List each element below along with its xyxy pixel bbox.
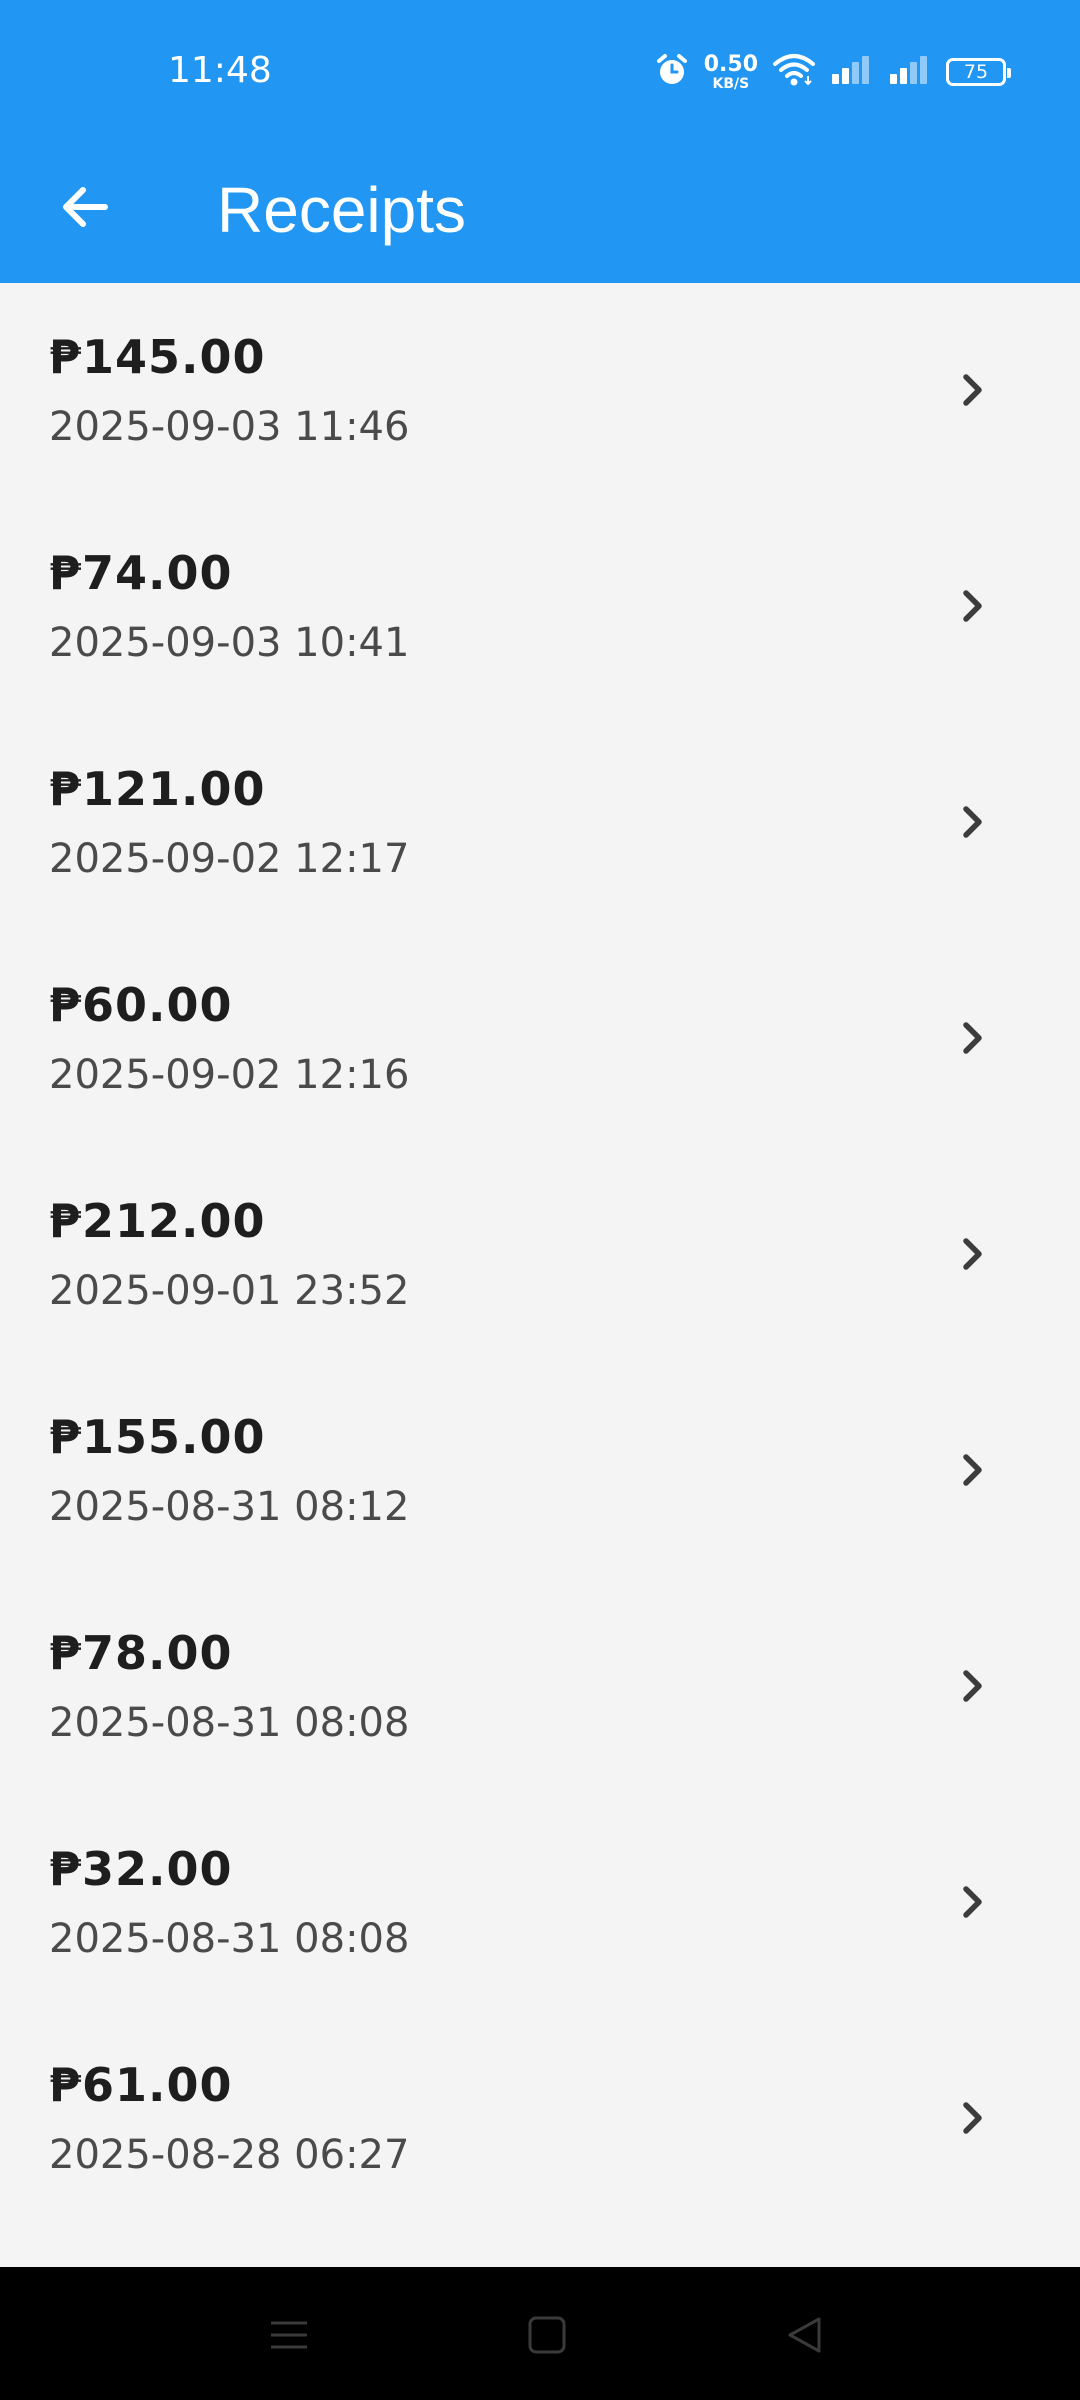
arrow-left-icon	[57, 179, 113, 240]
receipt-amount: ₱74.00	[49, 546, 233, 600]
page-title: Receipts	[217, 174, 466, 246]
status-bar: 11:48 0.50 KB/S 75	[0, 0, 1080, 140]
receipt-amount: ₱155.00	[49, 1410, 266, 1464]
receipt-amount: ₱78.00	[49, 1626, 233, 1680]
receipt-date: 2025-08-31 08:08	[49, 1700, 410, 1746]
wifi-icon	[772, 52, 816, 93]
battery-indicator: 75	[946, 58, 1011, 86]
app-bar: Receipts	[0, 140, 1080, 283]
chevron-right-icon	[963, 1238, 982, 1270]
battery-level: 75	[963, 61, 989, 83]
receipt-date: 2025-09-03 10:41	[49, 620, 410, 666]
receipt-amount: ₱61.00	[49, 2058, 233, 2112]
receipt-amount: ₱145.00	[49, 330, 266, 384]
chevron-right-icon	[963, 1454, 982, 1486]
chevron-right-icon	[963, 1022, 982, 1054]
chevron-right-icon	[963, 806, 982, 838]
back-icon	[788, 2317, 821, 2353]
net-speed-unit: KB/S	[712, 75, 750, 92]
status-icons: 0.50 KB/S 75	[654, 48, 1011, 96]
receipt-row[interactable]: ₱32.00 2025-08-31 08:08	[0, 1795, 1080, 2011]
chevron-right-icon	[963, 590, 982, 622]
home-button[interactable]	[517, 2305, 577, 2365]
menu-button[interactable]	[259, 2305, 319, 2365]
signal-icon	[888, 52, 932, 93]
net-speed-value: 0.50	[703, 51, 758, 77]
menu-icon	[271, 2321, 307, 2349]
receipt-row[interactable]: ₱145.00 2025-09-03 11:46	[0, 283, 1080, 499]
receipt-date: 2025-08-28 06:27	[49, 2132, 410, 2178]
receipt-row[interactable]: ₱78.00 2025-08-31 08:08	[0, 1579, 1080, 1795]
nav-back-button[interactable]	[775, 2305, 835, 2365]
status-time: 11:48	[168, 50, 272, 91]
receipt-date: 2025-08-31 08:08	[49, 1916, 410, 1962]
receipt-amount: ₱32.00	[49, 1842, 233, 1896]
receipt-row[interactable]: ₱61.00 2025-08-28 06:27	[0, 2011, 1080, 2227]
chevron-right-icon	[963, 1670, 982, 1702]
net-speed: 0.50 KB/S	[703, 51, 758, 92]
chevron-right-icon	[963, 374, 982, 406]
receipt-date: 2025-09-03 11:46	[49, 404, 410, 450]
receipt-row[interactable]: ₱121.00 2025-09-02 12:17	[0, 715, 1080, 931]
chevron-right-icon	[963, 2102, 982, 2134]
app-header: 11:48 0.50 KB/S 75 Receipts	[0, 0, 1080, 283]
system-nav-bar	[0, 2267, 1080, 2400]
receipt-row[interactable]: ₱74.00 2025-09-03 10:41	[0, 499, 1080, 715]
receipt-date: 2025-09-02 12:17	[49, 836, 410, 882]
signal-icon	[830, 52, 874, 93]
receipt-date: 2025-09-02 12:16	[49, 1052, 410, 1098]
receipt-row[interactable]: ₱212.00 2025-09-01 23:52	[0, 1147, 1080, 1363]
alarm-icon	[654, 52, 690, 93]
receipt-amount: ₱121.00	[49, 762, 266, 816]
receipt-date: 2025-08-31 08:12	[49, 1484, 410, 1530]
home-icon	[528, 2316, 566, 2354]
receipt-date: 2025-09-01 23:52	[49, 1268, 410, 1314]
receipts-list: ₱145.00 2025-09-03 11:46 ₱74.00 2025-09-…	[0, 283, 1080, 2227]
chevron-right-icon	[963, 1886, 982, 1918]
receipt-amount: ₱60.00	[49, 978, 233, 1032]
back-button[interactable]	[40, 164, 130, 254]
receipt-row[interactable]: ₱155.00 2025-08-31 08:12	[0, 1363, 1080, 1579]
receipt-row[interactable]: ₱60.00 2025-09-02 12:16	[0, 931, 1080, 1147]
receipt-amount: ₱212.00	[49, 1194, 266, 1248]
